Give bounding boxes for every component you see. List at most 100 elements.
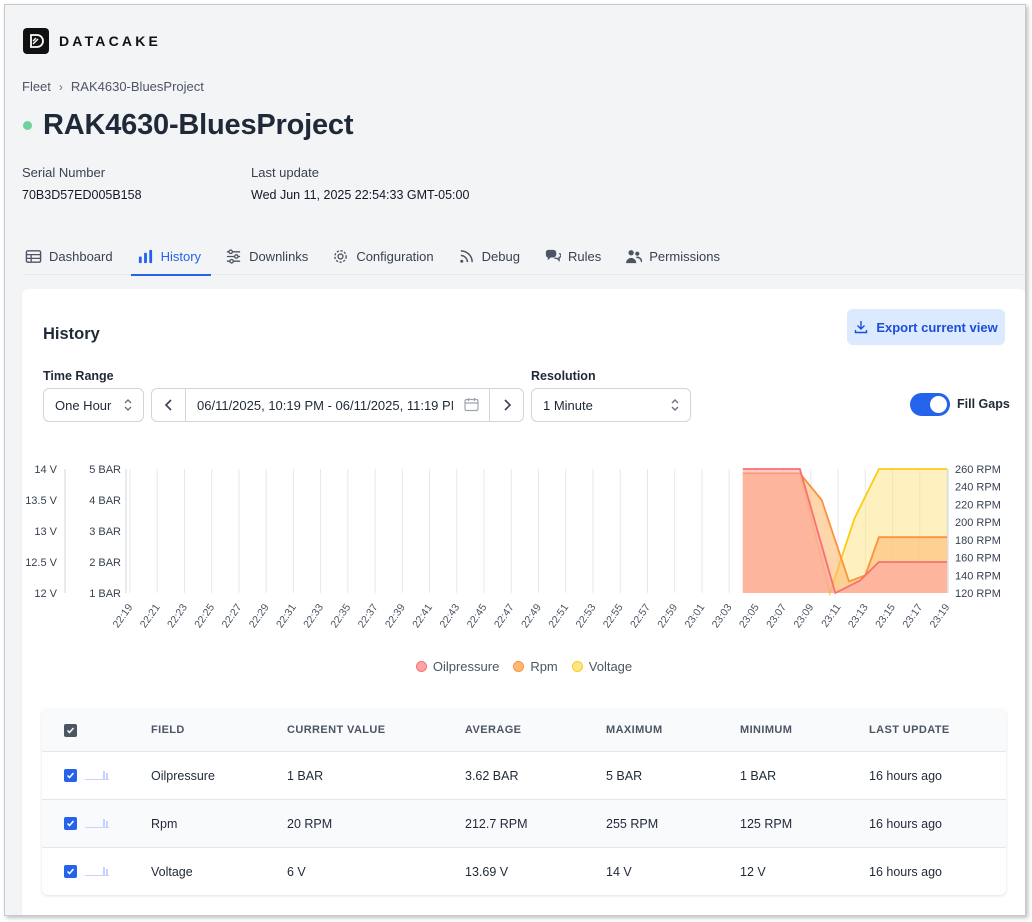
x-tick-label: 23:15 [873,602,898,631]
row-checkbox[interactable] [64,817,77,830]
breadcrumb-fleet[interactable]: Fleet [22,79,51,94]
cell-field: Voltage [151,864,193,879]
legend-label: Rpm [530,659,558,674]
tab-downlinks[interactable]: Downlinks [223,237,318,275]
time-range-label: Time Range [43,369,114,383]
x-tick-label: 22:33 [301,602,326,631]
tab-downlinks-label: Downlinks [249,248,309,264]
users-icon [626,249,643,263]
tab-rules[interactable]: Rules [542,237,611,275]
gear-icon [334,249,348,263]
cell-maximum: 255 RPM [606,816,659,831]
header-last-update: LAST UPDATE [869,724,950,736]
rss-icon [459,249,473,263]
date-range-input[interactable]: 06/11/2025, 10:19 PM - 06/11/2025, 11:19… [186,389,489,421]
cell-field: Oilpressure [151,768,215,783]
cell-last: 16 hours ago [869,768,942,783]
voltage-tick-label: 14 V [34,464,57,476]
calendar-icon[interactable] [464,397,479,412]
x-tick-label: 23:07 [764,602,789,631]
tab-permissions[interactable]: Permissions [623,237,730,275]
x-tick-label: 22:21 [138,602,163,631]
history-chart: 22:19 22:21 22:23 22:25 22:27 22:29 22:31 22:33… [25,464,1001,631]
row-checkbox[interactable] [64,865,77,878]
legend-label: Voltage [588,659,633,674]
header-average: AVERAGE [465,724,522,736]
chevron-updown-icon [124,399,132,411]
row-checkbox[interactable] [64,769,77,782]
x-tick-label: 22:25 [192,602,217,631]
table-header: FIELD CURRENT VALUE AVERAGE MAXIMUM MINI… [42,709,1006,751]
export-current-view-button[interactable]: Export current view [847,309,1005,345]
legend-item-voltage[interactable]: Voltage [571,659,633,674]
chevron-updown-icon [671,399,679,411]
header-field: FIELD [151,724,185,736]
tab-permissions-label: Permissions [649,248,720,264]
online-status-dot [23,121,32,130]
x-tick-label: 22:39 [383,602,408,631]
rpm-tick-label: 160 RPM [955,553,1001,565]
voltage-tick-label: 13.5 V [25,495,57,507]
voltage-tick-label: 12.5 V [25,557,57,569]
tab-dashboard[interactable]: Dashboard [23,237,123,275]
datacake-logo[interactable]: DATACAKE [23,28,161,54]
x-tick-label: 23:17 [900,602,925,631]
breadcrumb: Fleet › RAK4630-BluesProject [22,79,204,94]
last-update-label: Last update [251,165,319,180]
header-maximum: MAXIMUM [606,724,663,736]
x-tick-label: 22:29 [247,602,272,631]
cell-maximum: 14 V [606,864,632,879]
sliders-icon [226,248,241,264]
tab-configuration-label: Configuration [356,248,434,264]
table-body: Oilpressure 1 BAR 3.62 BAR 5 BAR 1 BAR 16 hou… [42,751,1006,895]
x-tick-label: 22:19 [111,602,136,631]
pressure-tick-label: 2 BAR [89,557,121,569]
rpm-tick-label: 180 RPM [955,535,1001,547]
rpm-tick-label: 200 RPM [955,517,1001,529]
bar-chart-icon [138,249,152,263]
voltage-tick-label: 12 V [34,588,57,600]
tab-debug[interactable]: Debug [456,237,530,275]
legend-swatch [571,661,583,672]
voltage-tick-label: 13 V [34,526,57,538]
tab-configuration[interactable]: Configuration [330,237,443,275]
rpm-tick-label: 120 RPM [955,588,1001,600]
time-range-select[interactable]: One Hour [43,388,144,422]
legend-item-rpm[interactable]: Rpm [513,659,558,674]
cell-field: Rpm [151,816,178,831]
serial-number-value: 70B3D57ED005B158 [22,188,142,202]
history-card: History Export current view Time Range O… [22,289,1025,915]
pressure-tick-label: 1 BAR [89,588,121,600]
legend-item-oilpressure[interactable]: Oilpressure [415,659,500,674]
table-row: Voltage 6 V 13.69 V 14 V 12 V 16 hours ago [42,847,1006,895]
cell-average: 212.7 RPM [465,816,528,831]
rpm-tick-label: 220 RPM [955,499,1001,511]
legend-label: Oilpressure [432,659,500,674]
fill-gaps-toggle[interactable] [910,393,950,416]
sparkline-icon [85,864,109,879]
fields-table: FIELD CURRENT VALUE AVERAGE MAXIMUM MINI… [42,709,1006,895]
x-tick-label: 22:49 [519,602,544,631]
x-tick-label: 22:53 [574,602,599,631]
previous-range-button[interactable] [152,389,186,421]
next-range-button[interactable] [489,389,523,421]
device-tabs: Dashboard History Downlinks Configuratio… [23,237,1025,276]
x-tick-label: 22:45 [465,602,490,631]
tab-debug-label: Debug [481,248,520,264]
cell-minimum: 125 RPM [740,816,793,831]
cell-current: 6 V [287,864,306,879]
table-icon [25,249,42,263]
brand-name: DATACAKE [59,33,162,49]
rpm-tick-label: 140 RPM [955,570,1001,582]
tab-history[interactable]: History [130,237,212,276]
x-tick-label: 23:09 [791,602,816,631]
breadcrumb-current[interactable]: RAK4630-BluesProject [71,79,204,94]
fill-gaps-label: Fill Gaps [957,397,1010,411]
x-tick-label: 22:37 [356,602,381,631]
tab-rules-label: Rules [567,248,602,264]
resolution-select[interactable]: 1 Minute [531,388,691,422]
pressure-tick-label: 5 BAR [89,464,121,476]
select-all-checkbox[interactable] [64,723,77,737]
header-current-value: CURRENT VALUE [287,724,386,736]
cell-current: 20 RPM [287,816,333,831]
